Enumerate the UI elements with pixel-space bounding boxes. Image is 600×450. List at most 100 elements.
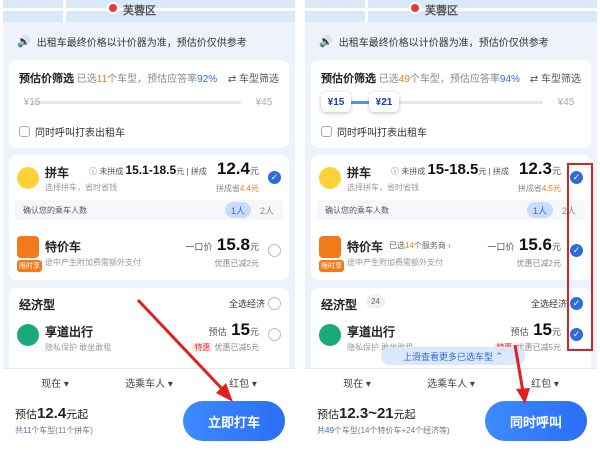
ride-list-card: 拼车 选择拼车，省时省钱 ⓘ 未拼成 15-18.5元 | 拼成 12.3元 拼… xyxy=(311,155,591,280)
answer-rate: 92% xyxy=(197,74,218,85)
list-item-xiangdao[interactable]: 享道出行 隐私保护 敢坐敢租 预估 15元 特惠 优惠已减5元 xyxy=(9,318,289,368)
tab-now[interactable]: 现在 ▾ xyxy=(343,375,371,390)
slider-max-label: ¥45 xyxy=(557,96,575,108)
selected-count: 11 xyxy=(96,74,108,85)
xiangdao-icon xyxy=(17,324,39,346)
special-discount: 优惠已减2元 xyxy=(214,259,259,268)
slider-min-label[interactable]: ¥15 xyxy=(17,92,47,112)
pinche-price: 12.3元 xyxy=(518,159,561,178)
special-car-icon xyxy=(17,236,39,258)
select-all-economy[interactable]: 全选经济 xyxy=(229,297,265,310)
filter-title: 预估价筛选 xyxy=(321,73,376,85)
call-car-button[interactable]: 立即打车 xyxy=(183,401,285,441)
location-pin-icon xyxy=(409,2,421,14)
filter-summary: 预估价筛选 已选49个车型，预估应答率94% xyxy=(321,73,520,85)
notice-bar: 🔊 出租车最终价格以计价器为准，预估价仅供参考 xyxy=(305,30,597,52)
map-strip: 芙蓉区 xyxy=(3,0,295,22)
xiangdao-icon xyxy=(319,324,341,346)
pinche-range: ⓘ 未拼成 15-18.5元 | 拼成 xyxy=(391,161,509,178)
tab-passenger[interactable]: 选乘车人 ▾ xyxy=(125,375,173,390)
type-filter-button[interactable]: ⇄ 车型筛选 xyxy=(530,70,581,85)
slider-min-handle[interactable]: ¥15 xyxy=(321,92,351,112)
map-district-label: 芙蓉区 xyxy=(425,5,458,17)
seat-option-1[interactable]: 1人 xyxy=(527,202,553,218)
xiangdao-price: 预估 15元 xyxy=(510,320,561,339)
special-sub: 途中产生附加费需额外支付 xyxy=(45,258,141,267)
list-item-special[interactable]: 限时享 特价车 途中产生附加费需额外支付 一口价 15.8元 优惠已减2元 xyxy=(9,230,289,280)
special-checkbox[interactable] xyxy=(268,244,281,257)
estimate-sub: 共11个车型(11个拼车) xyxy=(15,426,93,435)
economy-title: 经济型 xyxy=(19,298,56,312)
map-district-label: 芙蓉区 xyxy=(123,5,156,17)
taxi-option[interactable]: 同时呼叫打表出租车 xyxy=(321,124,427,139)
special-tag: 限时享 xyxy=(17,260,42,272)
economy-count-badge: 24 xyxy=(366,295,385,308)
speaker-icon: 🔊 xyxy=(17,35,31,48)
bottom-bar: 现在 ▾ 选乘车人 ▾ 红包 ▾ 预估12.3~21元起 共49个车型(14个特… xyxy=(305,368,597,450)
taxi-checkbox[interactable] xyxy=(19,126,30,137)
special-car-icon xyxy=(319,236,341,258)
speaker-icon: 🔊 xyxy=(319,35,333,48)
estimate-price: 预估12.4元起 xyxy=(15,405,89,422)
list-item-pinche[interactable]: 拼车 选择拼车，省时省钱 ⓘ 未拼成 15-18.5元 | 拼成 12.3元 拼… xyxy=(311,155,591,225)
pinche-saving: 拼成省4.5元 xyxy=(517,184,561,193)
slider-max-handle[interactable]: ¥21 xyxy=(369,92,399,112)
ride-list-card: 拼车 选择拼车，省时省钱 ⓘ 未拼成 15.1-18.5元 | 拼成 12.4元… xyxy=(9,155,289,280)
special-tag: 限时享 xyxy=(319,260,344,272)
economy-title: 经济型 xyxy=(321,298,358,312)
special-sub: 途中产生附加费需额外支付 xyxy=(347,258,443,267)
price-filter-card: 预估价筛选 已选49个车型，预估应答率94% ⇄ 车型筛选 ¥15 ¥21 ¥4… xyxy=(311,60,591,148)
filter-title: 预估价筛选 xyxy=(19,73,74,85)
call-all-button[interactable]: 同时呼叫 xyxy=(485,401,587,441)
xiangdao-price: 预估 15元 xyxy=(208,320,259,339)
pinche-range: ⓘ 未拼成 15.1-18.5元 | 拼成 xyxy=(89,163,207,177)
selected-count: 49 xyxy=(398,74,410,85)
economy-select-all-checkbox[interactable] xyxy=(268,297,281,310)
xiangdao-discount: 特惠 优惠已减5元 xyxy=(192,343,259,352)
seat-option-1[interactable]: 1人 xyxy=(225,202,251,218)
estimate-sub: 共49个车型(14个特价车+24个经济等) xyxy=(317,426,450,435)
notice-bar: 🔊 出租车最终价格以计价器为准，预估价仅供参考 xyxy=(3,30,295,52)
bottom-tabs: 现在 ▾ 选乘车人 ▾ 红包 ▾ xyxy=(305,375,597,390)
service-count[interactable]: 已选14个服务商 › xyxy=(389,240,451,251)
tab-passenger[interactable]: 选乘车人 ▾ xyxy=(427,375,475,390)
answer-rate: 94% xyxy=(499,74,520,85)
right-screen: 芙蓉区 🔊 出租车最终价格以计价器为准，预估价仅供参考 预估价筛选 已选49个车… xyxy=(305,0,597,450)
select-all-economy[interactable]: 全选经济 xyxy=(531,297,567,310)
special-discount: 优惠已减2元 xyxy=(516,259,561,268)
notice-text: 出租车最终价格以计价器为准，预估价仅供参考 xyxy=(338,37,549,49)
price-slider-track[interactable] xyxy=(31,101,241,104)
seat-option-2[interactable]: 2人 xyxy=(254,202,280,218)
tab-coupon[interactable]: 红包 ▾ xyxy=(531,375,559,390)
pinche-saving: 拼成省4.4元 xyxy=(215,184,259,193)
pinche-price: 12.4元 xyxy=(216,159,259,178)
type-filter-button[interactable]: ⇄ 车型筛选 xyxy=(228,70,279,85)
map-strip: 芙蓉区 xyxy=(305,0,597,22)
taxi-option[interactable]: 同时呼叫打表出租车 xyxy=(19,124,125,139)
notice-text: 出租车最终价格以计价器为准，预估价仅供参考 xyxy=(36,37,247,49)
left-screen: 芙蓉区 🔊 出租车最终价格以计价器为准，预估价仅供参考 预估价筛选 已选11个车… xyxy=(3,0,295,450)
carpool-icon xyxy=(17,167,39,189)
bottom-bar: 现在 ▾ 选乘车人 ▾ 红包 ▾ 预估12.4元起 共11个车型(11个拼车) … xyxy=(3,368,295,450)
tab-coupon[interactable]: 红包 ▾ xyxy=(229,375,257,390)
seat-count-row: 确认您的乘车人数 1人 2人 xyxy=(15,200,283,220)
xiangdao-checkbox[interactable] xyxy=(268,328,281,341)
price-filter-card: 预估价筛选 已选11个车型，预估应答率92% ⇄ 车型筛选 ¥15 ¥45 同时… xyxy=(9,60,289,148)
taxi-checkbox[interactable] xyxy=(321,126,332,137)
pinche-checkbox[interactable]: ✓ xyxy=(268,171,281,184)
slider-max-label: ¥45 xyxy=(255,96,273,108)
tab-now[interactable]: 现在 ▾ xyxy=(41,375,69,390)
filter-summary: 预估价筛选 已选11个车型，预估应答率92% xyxy=(19,73,218,85)
list-item-special[interactable]: 限时享 特价车 已选14个服务商 › 途中产生附加费需额外支付 一口价 15.6… xyxy=(311,230,591,280)
special-price: 一口价 15.8元 xyxy=(185,235,259,254)
seat-count-row: 确认您的乘车人数 1人 2人 xyxy=(317,200,585,220)
list-item-pinche[interactable]: 拼车 选择拼车，省时省钱 ⓘ 未拼成 15.1-18.5元 | 拼成 12.4元… xyxy=(9,155,289,225)
carpool-icon xyxy=(319,167,341,189)
price-slider-track[interactable] xyxy=(333,101,543,104)
bottom-tabs: 现在 ▾ 选乘车人 ▾ 红包 ▾ xyxy=(3,375,295,390)
annotation-highlight-box xyxy=(567,163,593,351)
scroll-more-hint[interactable]: 上滑查看更多已选车型 ⌃ xyxy=(381,347,525,365)
chevron-up-icon: ⌃ xyxy=(495,350,504,361)
location-pin-icon xyxy=(107,2,119,14)
estimate-price: 预估12.3~21元起 xyxy=(317,405,416,422)
